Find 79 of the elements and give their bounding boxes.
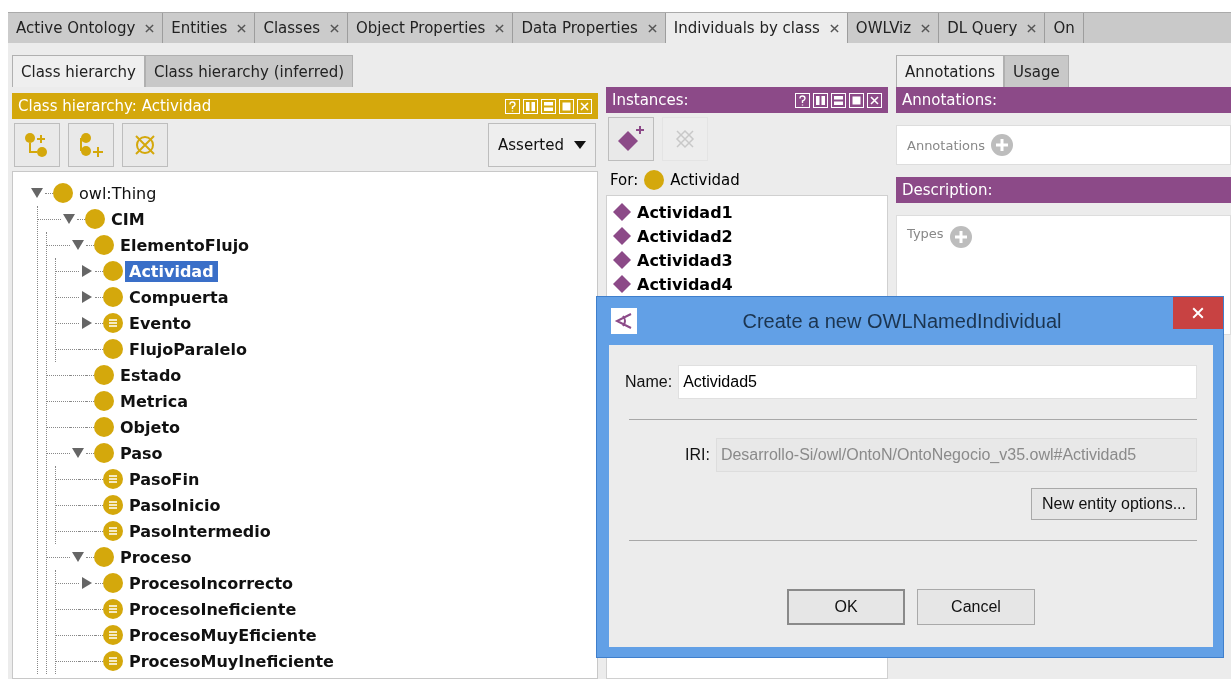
individual-item[interactable]: Actividad2	[637, 226, 733, 246]
add-sibling-icon	[78, 132, 104, 158]
expanded-triangle-icon[interactable]	[31, 187, 43, 199]
expanded-triangle-icon[interactable]	[63, 213, 75, 225]
tree-item[interactable]: ProcesoMuyEficiente	[125, 624, 321, 646]
tree-item[interactable]: PasoFin	[125, 468, 204, 490]
dialog-title: Create a new OWLNamedIndividual	[741, 309, 1063, 333]
individual-item[interactable]: Actividad3	[637, 250, 733, 270]
app-logo-icon	[611, 308, 637, 334]
collapsed-triangle-icon[interactable]	[81, 317, 93, 329]
iri-label: IRI:	[685, 446, 710, 464]
close-icon[interactable]	[647, 23, 657, 33]
view-tab[interactable]: Class hierarchy (inferred)	[144, 55, 354, 87]
panel-title: Annotations:	[902, 91, 998, 109]
main-tab[interactable]: Individuals by class	[665, 13, 848, 43]
delete-icon	[674, 128, 696, 150]
tree-item[interactable]: PasoInicio	[125, 494, 225, 516]
close-icon[interactable]	[495, 23, 505, 33]
view-tab[interactable]: Usage	[1004, 55, 1069, 87]
close-icon[interactable]	[921, 23, 931, 33]
tree-item[interactable]: Evento	[125, 312, 196, 334]
close-icon[interactable]	[329, 23, 339, 33]
tree-item[interactable]: PasoIntermedio	[125, 520, 275, 542]
hierarchy-mode-dropdown[interactable]: Asserted	[488, 123, 596, 167]
expanded-triangle-icon[interactable]	[72, 551, 84, 563]
field-label: Annotations	[907, 137, 986, 153]
individual-icon	[613, 275, 631, 293]
split-vertical-icon[interactable]	[813, 92, 828, 108]
add-subclass-icon	[24, 132, 50, 158]
panel-title: Class hierarchy: Actividad	[18, 97, 212, 115]
tree-item[interactable]: Paso	[116, 442, 167, 464]
name-label: Name:	[625, 373, 673, 391]
add-individual-icon	[616, 125, 646, 153]
individual-icon	[613, 251, 631, 269]
tree-item[interactable]: ProcesoMuyIneficiente	[125, 650, 338, 672]
tree-item[interactable]: Compuerta	[125, 286, 233, 308]
close-icon[interactable]	[237, 23, 247, 33]
class-icon	[644, 170, 665, 190]
close-icon[interactable]	[829, 23, 839, 33]
tree-item[interactable]: ProcesoIncorrecto	[125, 572, 298, 594]
tree-item[interactable]: ProcesoIneficiente	[125, 598, 301, 620]
panel-title: Instances:	[612, 91, 689, 109]
collapsed-triangle-icon[interactable]	[81, 265, 93, 277]
for-label: For:	[610, 171, 639, 189]
individual-icon	[613, 203, 631, 221]
view-tab[interactable]: Class hierarchy	[12, 55, 145, 87]
tree-item[interactable]: Proceso	[116, 546, 196, 568]
tree-item[interactable]: FlujoParalelo	[125, 338, 251, 360]
split-horizontal-icon[interactable]	[831, 92, 846, 108]
tree-item[interactable]: Actividad	[125, 260, 218, 282]
delete-icon	[133, 133, 157, 157]
for-class-name: Actividad	[670, 171, 740, 189]
tree-item[interactable]: Estado	[116, 364, 186, 386]
add-individual-button[interactable]	[608, 117, 654, 161]
expanded-triangle-icon[interactable]	[72, 447, 84, 459]
dialog-button[interactable]: OK	[787, 589, 905, 625]
individual-item[interactable]: Actividad1	[637, 202, 733, 222]
view-tab[interactable]: Annotations	[896, 55, 1005, 87]
maximize-icon[interactable]	[849, 92, 864, 108]
field-label: Types	[907, 226, 944, 241]
help-icon[interactable]	[795, 92, 810, 108]
close-icon[interactable]	[145, 23, 155, 33]
expanded-triangle-icon[interactable]	[72, 239, 84, 251]
tree-item[interactable]: CIM	[107, 208, 149, 230]
tree-item[interactable]: Objeto	[116, 416, 185, 438]
dialog-button[interactable]: Cancel	[917, 589, 1035, 625]
collapsed-triangle-icon[interactable]	[81, 577, 93, 589]
tree-item[interactable]: ElementoFlujo	[116, 234, 254, 256]
individual-icon	[613, 227, 631, 245]
collapsed-triangle-icon[interactable]	[81, 291, 93, 303]
caret-icon	[573, 141, 586, 149]
panel-title: Description:	[902, 181, 993, 199]
individual-item[interactable]: Actividad4	[637, 274, 733, 294]
tree-item[interactable]: Metrica	[116, 390, 193, 412]
tree-item[interactable]: owl:Thing	[75, 182, 161, 204]
close-icon[interactable]	[1027, 23, 1037, 33]
options-button[interactable]: New entity options...	[1030, 488, 1197, 520]
close-button[interactable]	[1173, 297, 1223, 329]
name-field[interactable]: Actividad5	[678, 365, 1197, 399]
